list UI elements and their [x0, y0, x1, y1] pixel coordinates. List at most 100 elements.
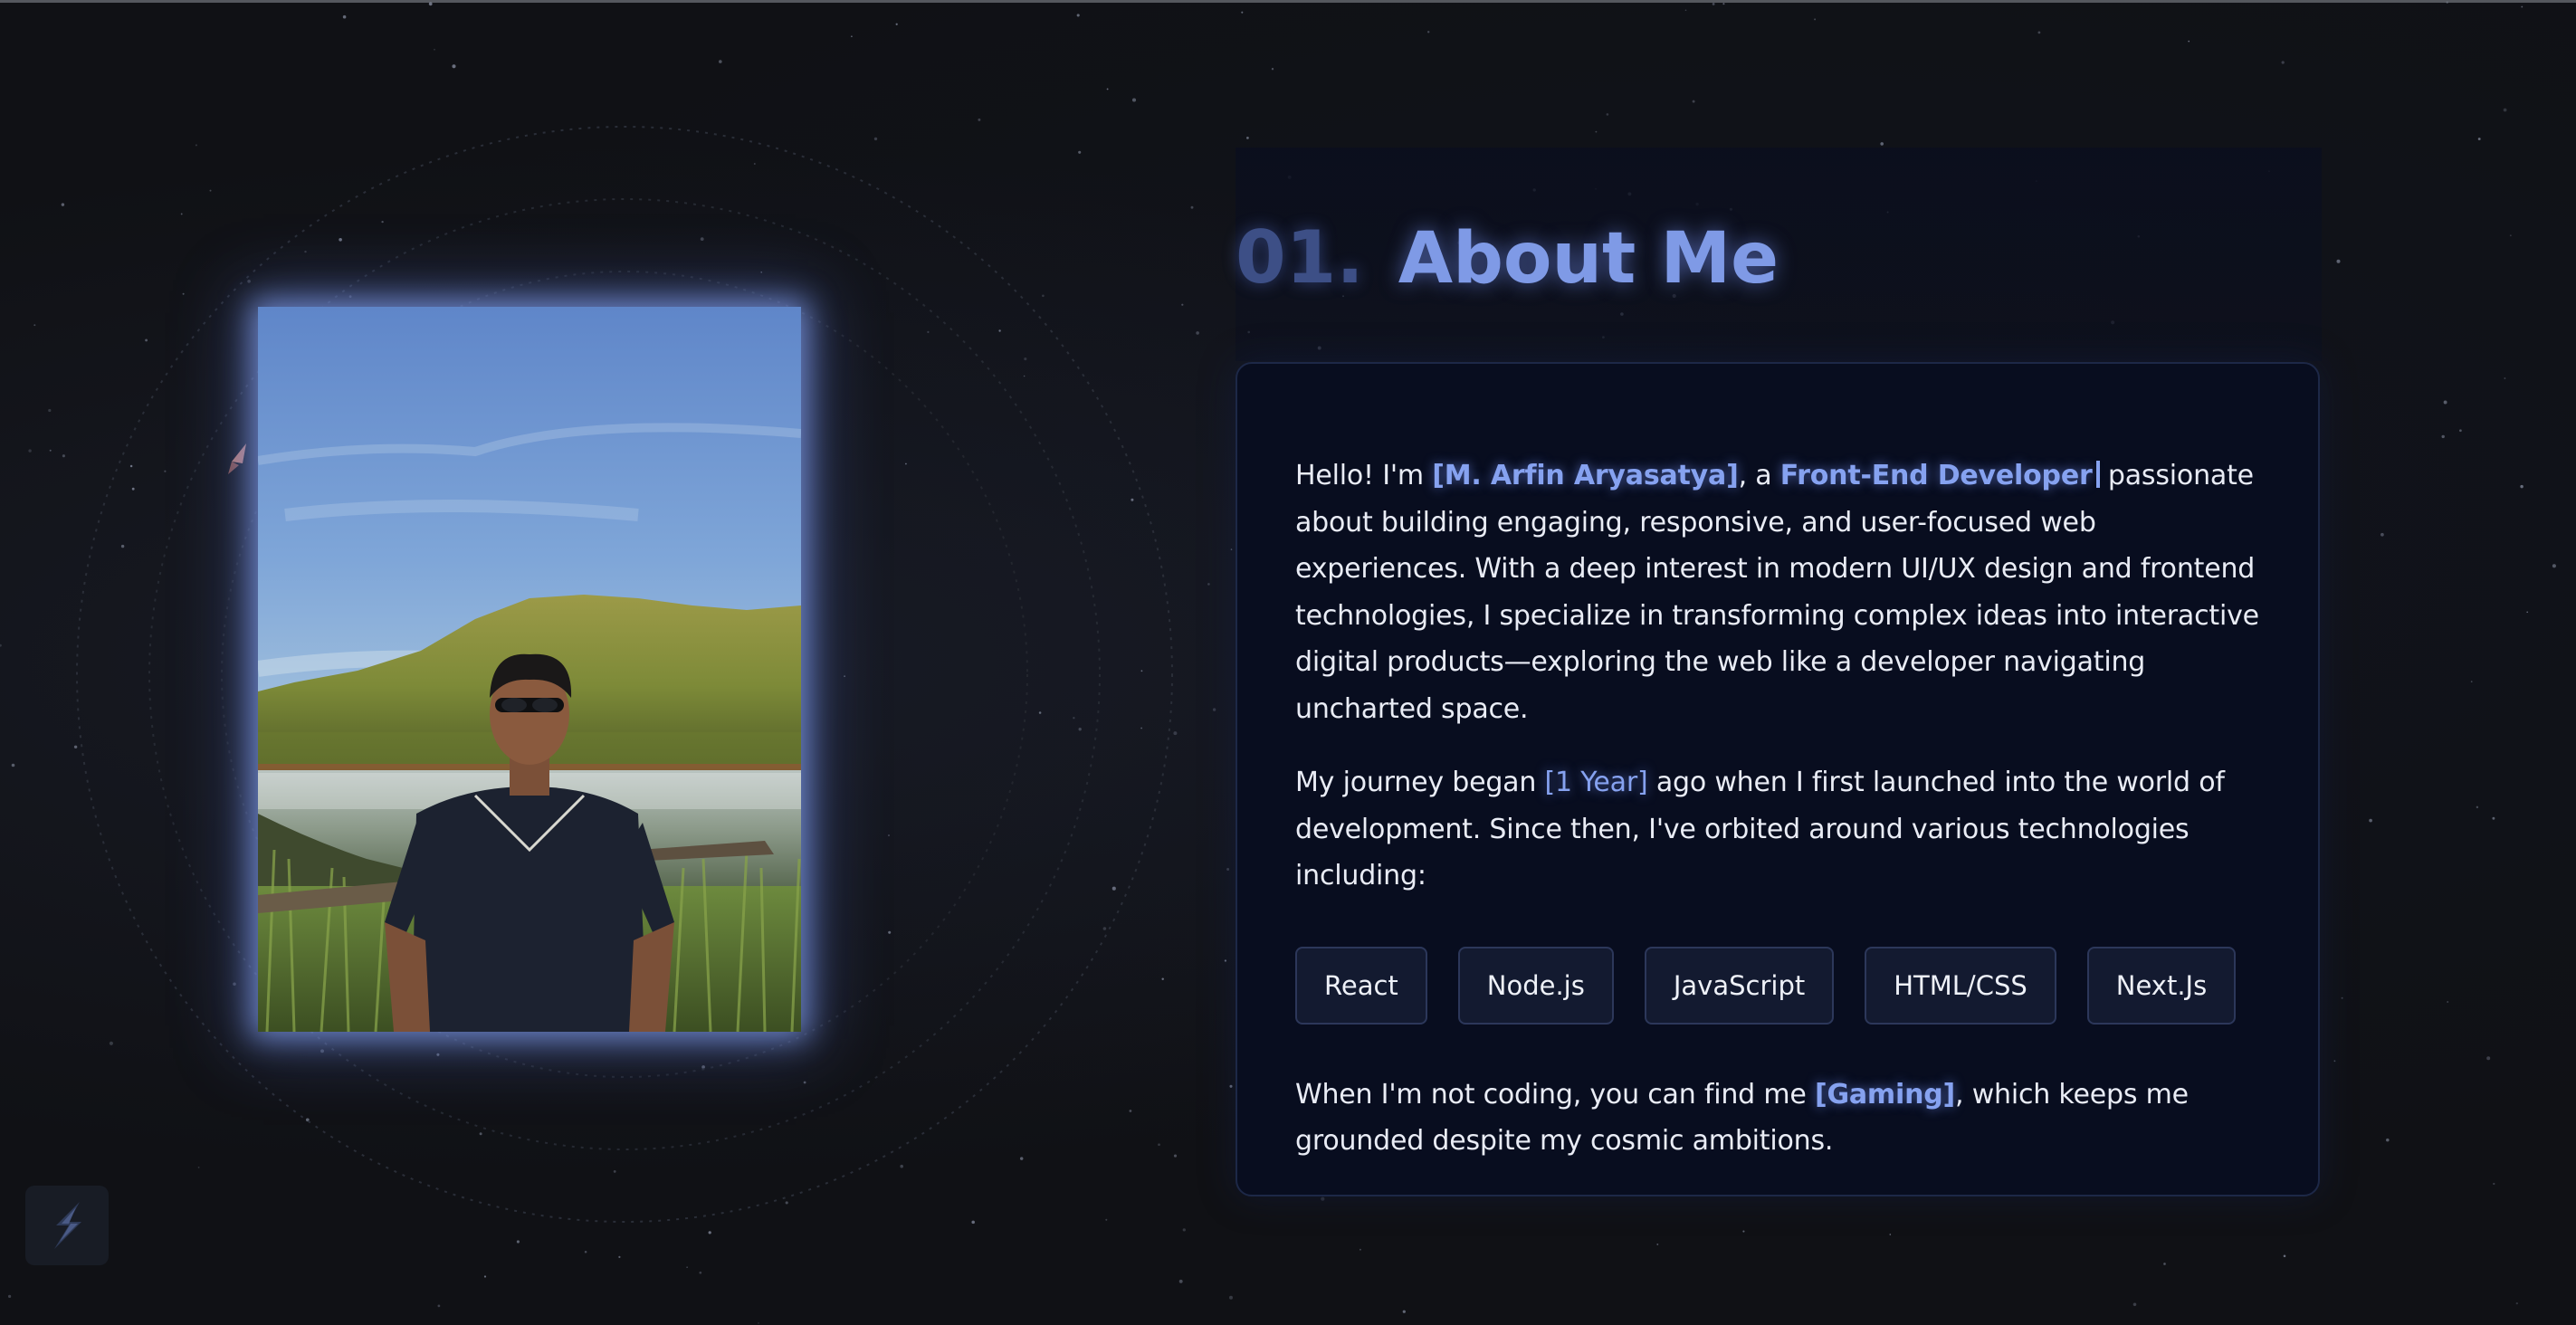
star [1229, 1295, 1233, 1300]
star [1173, 1154, 1178, 1158]
star [2509, 234, 2512, 237]
tech-tag-javascript[interactable]: JavaScript [1644, 946, 1835, 1025]
tech-tag-react[interactable]: React [1295, 946, 1427, 1025]
star [0, 643, 2, 647]
star [304, 250, 307, 253]
star [7, 1294, 12, 1299]
star [1105, 1218, 1108, 1221]
star [1595, 130, 1598, 133]
star [1182, 1228, 1186, 1232]
star [1078, 728, 1082, 731]
star [1161, 977, 1164, 980]
star [483, 1275, 487, 1278]
page: 01. About Me Hello! I'm [M. Arfin Aryasa… [0, 0, 2576, 1325]
star [927, 330, 930, 334]
star [73, 745, 78, 749]
tech-tag-html-css[interactable]: HTML/CSS [1865, 946, 2056, 1025]
star [2283, 1254, 2286, 1258]
star [131, 487, 135, 491]
hobby-highlight: [Gaming] [1814, 1078, 1956, 1111]
star [758, 1322, 759, 1324]
star [49, 449, 52, 452]
star [1019, 1157, 1024, 1160]
star [888, 930, 892, 934]
star [1024, 357, 1027, 361]
star [900, 1164, 903, 1168]
star [164, 470, 167, 472]
star [753, 163, 756, 165]
star [2163, 1263, 2166, 1265]
star [760, 271, 763, 273]
star [1880, 142, 1884, 146]
star [905, 462, 907, 465]
star [1426, 31, 1430, 33]
star [2441, 434, 2445, 439]
star [516, 1240, 520, 1244]
star [2132, 1302, 2137, 1307]
profile-photo-illustration [258, 307, 801, 1032]
star [1076, 14, 1080, 17]
star [1158, 1143, 1160, 1147]
star [2521, 5, 2524, 8]
star [2477, 138, 2481, 140]
star [320, 1049, 324, 1053]
star [1196, 331, 1199, 335]
tech-tag-nextjs[interactable]: Next.Js [2086, 946, 2237, 1025]
star [120, 544, 125, 548]
star [348, 295, 352, 299]
star [1190, 205, 1194, 209]
star [2520, 484, 2524, 489]
star [701, 1065, 705, 1069]
technology-list: React Node.js JavaScript HTML/CSS Next.J… [1295, 946, 2262, 1025]
star [2526, 611, 2529, 614]
star [2369, 818, 2372, 823]
star [1178, 1279, 1183, 1283]
star [145, 338, 148, 342]
star [1207, 583, 1210, 586]
star [1102, 927, 1107, 930]
star [1023, 375, 1026, 377]
role-highlight: Front-End Developer [1779, 460, 2093, 491]
star [2380, 532, 2384, 537]
star [2503, 108, 2507, 112]
star [2386, 1138, 2390, 1142]
star [1742, 1230, 1745, 1233]
star [1245, 136, 1249, 139]
star [1692, 100, 1695, 103]
top-border [0, 0, 2576, 3]
star [48, 408, 52, 413]
star [1684, 9, 1687, 12]
star [895, 23, 898, 25]
star [437, 1304, 441, 1308]
star [109, 1041, 113, 1045]
star [1271, 68, 1274, 71]
section-number: 01. [1236, 215, 1364, 300]
star [1073, 717, 1075, 720]
star [971, 1220, 975, 1225]
star [1722, 3, 1725, 5]
section-heading: About Me [1398, 218, 1779, 300]
star [1038, 711, 1042, 714]
star [434, 48, 435, 51]
profile-photo [258, 307, 801, 1032]
star [2333, 1060, 2336, 1063]
rocket-fragment-icon [228, 443, 246, 474]
star [1042, 294, 1045, 298]
section-title: 01. About Me [1236, 215, 1779, 306]
star [1173, 731, 1178, 736]
logo-button[interactable] [25, 1186, 109, 1265]
tech-tag-nodejs[interactable]: Node.js [1457, 946, 1614, 1025]
star [28, 449, 32, 453]
star [1814, 18, 1817, 21]
star [2515, 1301, 2518, 1305]
star [1106, 88, 1109, 91]
star [2552, 564, 2556, 568]
star [1321, 1196, 1325, 1201]
lightning-logo-icon [54, 1202, 81, 1249]
star [1241, 11, 1244, 14]
star [998, 329, 1001, 332]
star [1140, 670, 1143, 672]
star [1656, 1243, 1659, 1245]
star [1131, 98, 1137, 102]
star [2336, 259, 2341, 263]
